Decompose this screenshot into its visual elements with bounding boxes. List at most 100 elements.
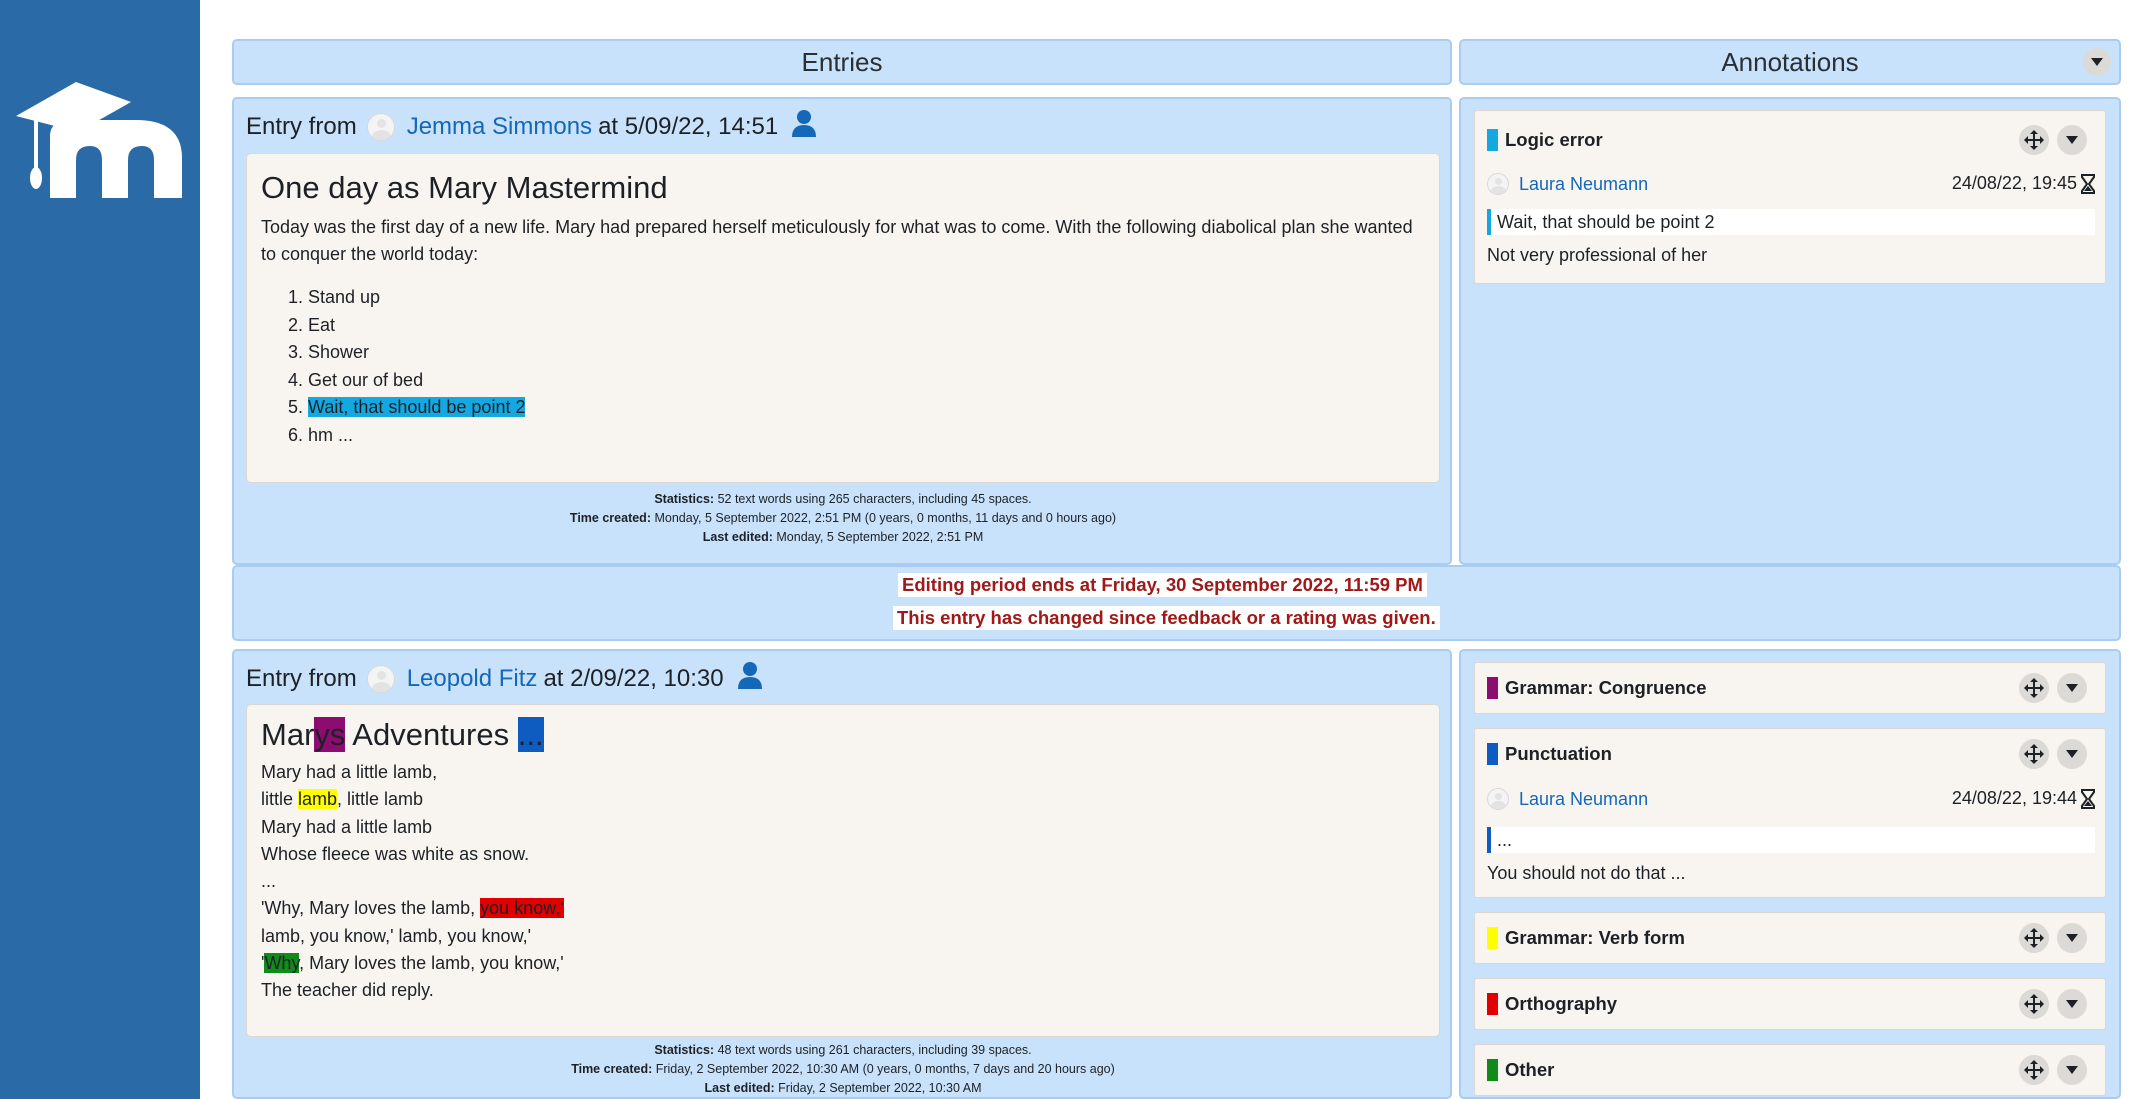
annotation-menu-button[interactable] [2057, 125, 2087, 155]
annotation-card: Orthography [1474, 978, 2106, 1030]
annotation-text: You should not do that ... [1487, 863, 1686, 883]
statistics-label: Statistics: [654, 1043, 715, 1057]
time-created-value: Monday, 5 September 2022, 2:51 PM (0 yea… [654, 511, 1117, 525]
annotation-card: Logic error Laura Neumann 24/08/22, 19:4… [1474, 110, 2106, 284]
annotation-highlight-punctuation[interactable]: ... [517, 717, 544, 752]
move-icon [2024, 1060, 2044, 1080]
annotation-author: Laura Neumann [1487, 173, 1648, 195]
poem-line: 'Why, Mary loves the lamb, you know,' [261, 895, 1425, 922]
annotation-author: Laura Neumann [1487, 788, 1648, 810]
poem-text: 'Why, Mary loves the lamb, [261, 898, 481, 919]
statistics-label: Statistics: [654, 492, 715, 506]
move-icon [2024, 130, 2044, 150]
entry-timestamp-2: at 2/09/22, 10:30 [543, 664, 724, 692]
user-icon[interactable] [737, 661, 762, 696]
caret-down-icon [2066, 1066, 2078, 1074]
annotation-menu-button[interactable] [2057, 739, 2087, 769]
annotation-author-link[interactable]: Laura Neumann [1519, 789, 1648, 810]
annotations-column-header: Annotations [1459, 39, 2121, 85]
list-item: hm ... [308, 422, 1425, 450]
annotation-highlight-other[interactable]: Why [264, 953, 300, 974]
annotation-date-value: 24/08/22, 19:45 [1951, 173, 2077, 193]
entries-header-label: Entries [801, 46, 883, 77]
annotation-type-label: Grammar: Congruence [1505, 677, 1707, 698]
poem-text: little [261, 789, 299, 810]
annotation-type-label: Punctuation [1505, 743, 1612, 764]
entry-from-label: Entry from [246, 112, 357, 140]
annotation-menu-button[interactable] [2057, 989, 2087, 1019]
time-created-label: Time created: [571, 1062, 653, 1076]
poem-line: 'Why, Mary loves the lamb, you know,' [261, 950, 1425, 977]
time-created-value: Friday, 2 September 2022, 10:30 AM (0 ye… [655, 1062, 1115, 1076]
list-item: Eat [308, 312, 1425, 340]
annotation-card: Punctuation Laura Neumann 24/08/22, 19:4… [1474, 728, 2106, 898]
statistics-value: 48 text words using 261 characters, incl… [717, 1043, 1032, 1057]
annotation-quote: ... [1487, 827, 2095, 853]
author-link-1[interactable]: Jemma Simmons [407, 113, 592, 141]
move-icon [2024, 928, 2044, 948]
move-button[interactable] [2019, 125, 2049, 155]
list-item: Get our of bed [308, 367, 1425, 395]
last-edited-label: Last edited: [702, 530, 773, 544]
move-button[interactable] [2019, 1055, 2049, 1085]
poem-line: little lamb, little lamb [261, 786, 1425, 813]
poem-line: The teacher did reply. [261, 980, 434, 1001]
title-part: Adventures [345, 717, 518, 752]
annotation-type: Punctuation [1487, 743, 1612, 765]
title-part: Mar [261, 717, 315, 752]
time-created-label: Time created: [569, 511, 651, 525]
avatar [1487, 788, 1509, 810]
moodle-logo[interactable] [16, 80, 186, 200]
annotation-color-swatch [1487, 927, 1498, 949]
annotation-highlight-verb-form[interactable]: lamb [298, 789, 338, 810]
entry-from-label: Entry from [246, 664, 357, 692]
annotation-menu-button[interactable] [2057, 673, 2087, 703]
annotation-card: Grammar: Congruence [1474, 662, 2106, 714]
annotation-type: Other [1487, 1059, 1554, 1081]
annotation-text: Not very professional of her [1487, 245, 1708, 265]
annotation-highlight-orthography[interactable]: you know,' [480, 898, 564, 919]
move-button[interactable] [2019, 923, 2049, 953]
poem-line: Mary had a little lamb [261, 816, 433, 837]
move-button[interactable] [2019, 989, 2049, 1019]
move-button[interactable] [2019, 739, 2049, 769]
poem-line: ... [261, 871, 277, 892]
move-button[interactable] [2019, 673, 2049, 703]
annotation-author-link[interactable]: Laura Neumann [1519, 174, 1648, 195]
annotation-menu-button[interactable] [2057, 1055, 2087, 1085]
poem-line: lamb, you know,' lamb, you know,' [261, 925, 532, 946]
poem-line: Mary had a little lamb, [261, 762, 438, 782]
entry-timestamp-1: at 5/09/22, 14:51 [598, 112, 779, 140]
annotation-quote-text: ... [1497, 830, 1513, 850]
annotation-color-swatch [1487, 743, 1498, 765]
last-edited-value: Friday, 2 September 2022, 10:30 AM [778, 1081, 982, 1095]
annotation-color-swatch [1487, 129, 1498, 151]
annotation-actions [2019, 923, 2087, 953]
poem-line: Whose fleece was white as snow. [261, 843, 530, 864]
entry-statistics-1: Statistics: 52 text words using 265 char… [246, 490, 1440, 547]
caret-down-icon [2091, 58, 2103, 66]
move-icon [2024, 994, 2044, 1014]
annotation-date: 24/08/22, 19:45 [1952, 173, 2095, 194]
hourglass-icon [2081, 173, 2095, 194]
last-edited-value: Monday, 5 September 2022, 2:51 PM [776, 530, 984, 544]
annotation-quote-bar [1487, 209, 1491, 235]
annotation-type: Logic error [1487, 129, 1603, 151]
annotations-menu-button[interactable] [2083, 48, 2111, 76]
annotation-quote: Wait, that should be point 2 [1487, 209, 2095, 235]
annotation-highlight-logic-error[interactable]: Wait, that should be point 2 [308, 397, 526, 417]
annotation-type-label: Other [1505, 1059, 1555, 1080]
annotation-highlight-congruence[interactable]: ys [314, 717, 346, 752]
annotation-color-swatch [1487, 1059, 1498, 1081]
avatar [366, 664, 395, 693]
last-edited-label: Last edited: [704, 1081, 775, 1095]
list-item: Wait, that should be point 2 [308, 394, 1425, 422]
annotation-menu-button[interactable] [2057, 923, 2087, 953]
annotation-actions [2019, 1055, 2087, 1085]
entry-panel-2: Entry from Leopold Fitz at 2/09/22, 10:3… [232, 649, 1452, 1099]
entry-panel-1: Entry from Jemma Simmons at 5/09/22, 14:… [232, 97, 1452, 565]
user-icon[interactable] [792, 109, 817, 144]
caret-down-icon [2066, 1000, 2078, 1008]
author-link-2[interactable]: Leopold Fitz [407, 665, 538, 693]
editing-period-notice: Editing period ends at Friday, 30 Septem… [898, 573, 1427, 597]
